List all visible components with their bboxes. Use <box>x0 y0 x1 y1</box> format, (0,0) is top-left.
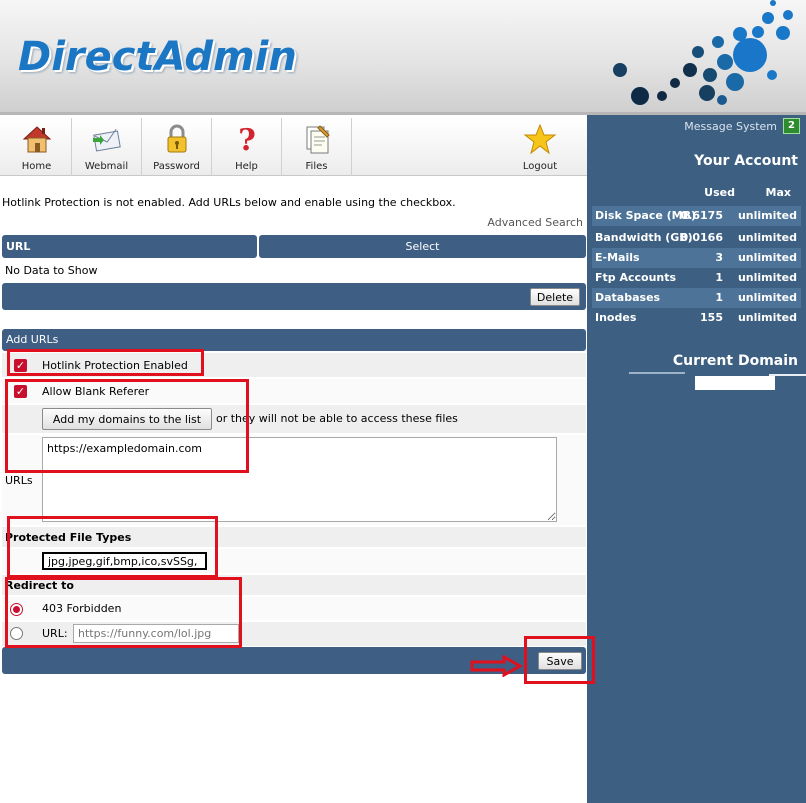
col-max: Max <box>765 186 791 199</box>
toolbar-logout[interactable]: Logout <box>505 118 575 176</box>
add-my-domains-button[interactable]: Add my domains to the list <box>42 408 212 430</box>
main-content: Hotlink Protection is not enabled. Add U… <box>0 176 595 803</box>
redirect-url-label: URL: <box>42 627 68 640</box>
add-domains-hint: or they will not be able to access these… <box>216 412 458 425</box>
usage-used: 0.0166 <box>680 231 723 244</box>
your-account-title: Your Account <box>694 153 798 169</box>
bubbles-graphic <box>613 0 793 105</box>
toolbar-password-label: Password <box>153 161 200 172</box>
col-url-header[interactable]: URL <box>2 235 257 258</box>
annotation-arrow-icon <box>470 655 524 677</box>
forbidden-label: 403 Forbidden <box>42 602 122 615</box>
allow-blank-label: Allow Blank Referer <box>42 385 150 398</box>
account-sidebar: Message System 2 Your Account Used Max D… <box>587 115 806 803</box>
toolbar-files[interactable]: Files <box>282 118 352 176</box>
usage-name: Bandwidth (GB) <box>595 231 693 244</box>
urls-label: URLs <box>5 474 33 487</box>
toolbar-help[interactable]: ? Help <box>212 118 282 176</box>
redirect-row <box>2 575 586 595</box>
house-icon <box>22 126 51 153</box>
files-icon <box>306 125 330 154</box>
usage-name: Databases <box>595 291 661 304</box>
redacted-line <box>629 372 685 374</box>
toolbar-webmail[interactable]: Webmail <box>72 118 142 176</box>
current-domain-title: Current Domain <box>672 353 798 369</box>
notice-text: Hotlink Protection is not enabled. Add U… <box>2 196 456 209</box>
message-system-label: Message System <box>684 119 778 133</box>
message-system[interactable]: Message System 2 <box>684 117 800 135</box>
usage-max: unlimited <box>737 231 797 244</box>
usage-row: Inodes 155 unlimited <box>592 308 801 328</box>
usage-row: E-Mails 3 unlimited <box>592 248 801 268</box>
usage-max: unlimited <box>737 209 797 222</box>
col-select-header[interactable]: Select <box>259 235 586 258</box>
redacted-domain <box>695 376 775 390</box>
main-toolbar: Home Webmail Password ? Help Files Logou… <box>0 118 587 176</box>
add-urls-title: Add URLs <box>2 329 586 351</box>
usage-row: Disk Space (MB) 0.6175 unlimited <box>592 206 801 226</box>
allow-blank-checkbox[interactable]: ✓ <box>14 385 27 398</box>
no-data-text: No Data to Show <box>5 264 98 277</box>
redirect-title: Redirect to <box>5 579 74 592</box>
usage-row: Ftp Accounts 1 unlimited <box>592 268 801 288</box>
forbidden-radio[interactable] <box>10 603 23 616</box>
redirect-url-input[interactable] <box>73 624 239 643</box>
question-icon: ? <box>238 123 256 156</box>
padlock-icon <box>167 124 186 153</box>
usage-row: Databases 1 unlimited <box>592 288 801 308</box>
usage-max: unlimited <box>737 251 797 264</box>
toolbar-logout-label: Logout <box>522 161 558 172</box>
toolbar-home-label: Home <box>21 161 52 172</box>
hotlink-enabled-label: Hotlink Protection Enabled <box>42 359 188 372</box>
toolbar-home[interactable]: Home <box>2 118 72 176</box>
toolbar-webmail-label: Webmail <box>84 161 129 172</box>
col-used: Used <box>704 186 735 199</box>
envelope-icon <box>92 128 121 152</box>
toolbar-password[interactable]: Password <box>142 118 212 176</box>
usage-max: unlimited <box>737 311 797 324</box>
usage-name: Inodes <box>595 311 637 324</box>
toolbar-files-label: Files <box>305 161 328 172</box>
usage-used: 1 <box>715 271 723 284</box>
directadmin-logo: DirectAdmin <box>18 34 297 80</box>
usage-row: Bandwidth (GB) 0.0166 unlimited <box>592 228 801 248</box>
usage-max: unlimited <box>737 291 797 304</box>
toolbar-help-label: Help <box>235 161 258 172</box>
usage-name: E-Mails <box>595 251 640 264</box>
usage-used: 1 <box>715 291 723 304</box>
usage-name: Ftp Accounts <box>595 271 677 284</box>
redirect-url-radio[interactable] <box>10 627 23 640</box>
save-button[interactable]: Save <box>538 652 582 670</box>
delete-bar <box>2 283 586 310</box>
usage-used: 0.6175 <box>680 209 723 222</box>
usage-header: Used Max <box>592 186 801 204</box>
protected-types-title: Protected File Types <box>5 531 132 544</box>
urls-textarea[interactable]: https://exampledomain.com <box>42 437 557 522</box>
star-icon <box>523 123 557 155</box>
protected-types-input[interactable] <box>42 552 207 570</box>
hotlink-enabled-checkbox[interactable]: ✓ <box>14 359 27 372</box>
header-banner: DirectAdmin <box>0 0 806 115</box>
usage-used: 3 <box>715 251 723 264</box>
usage-used: 155 <box>700 311 723 324</box>
message-count-badge: 2 <box>783 118 800 134</box>
advanced-search-link[interactable]: Advanced Search <box>487 216 583 229</box>
svg-text:?: ? <box>238 123 256 156</box>
delete-button[interactable]: Delete <box>530 288 580 306</box>
usage-max: unlimited <box>737 271 797 284</box>
